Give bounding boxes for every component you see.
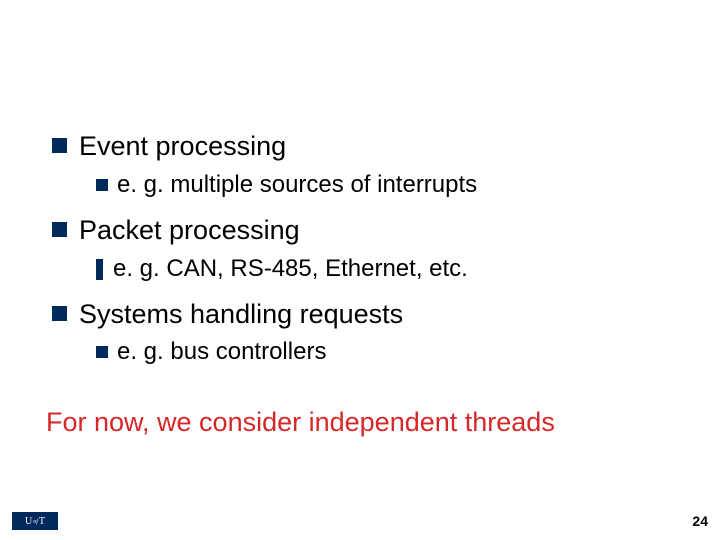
slide-content: Event processing e. g. multiple sources …	[0, 0, 720, 438]
bullet-3-sub-text: e. g. bus controllers	[117, 337, 326, 367]
slide: Event processing e. g. multiple sources …	[0, 0, 720, 540]
logo-of: of	[32, 519, 39, 525]
logo-text: UofT	[25, 516, 45, 527]
bullet-1: Event processing	[52, 130, 720, 164]
bullet-1-sub: e. g. multiple sources of interrupts	[96, 170, 720, 200]
square-bullet-icon	[96, 346, 108, 358]
bullet-3-text: Systems handling requests	[79, 298, 403, 332]
square-bullet-icon	[96, 179, 108, 191]
square-bullet-icon	[52, 138, 67, 153]
tall-bullet-icon	[96, 259, 103, 280]
bullet-2-text: Packet processing	[79, 214, 300, 248]
square-bullet-icon	[52, 222, 67, 237]
square-bullet-icon	[52, 306, 67, 321]
uoft-logo: UofT	[12, 512, 58, 530]
bullet-1-sub-text: e. g. multiple sources of interrupts	[117, 170, 477, 200]
footer: UofT 24	[12, 512, 708, 530]
closing-text: For now, we consider independent threads	[46, 407, 720, 438]
logo-t: T	[39, 516, 45, 527]
bullet-2-sub-text: e. g. CAN, RS-485, Ethernet, etc.	[113, 254, 468, 284]
bullet-3-sub: e. g. bus controllers	[96, 337, 720, 367]
page-number: 24	[692, 513, 708, 529]
bullet-2: Packet processing	[52, 214, 720, 248]
bullet-3: Systems handling requests	[52, 298, 720, 332]
bullet-2-sub: e. g. CAN, RS-485, Ethernet, etc.	[96, 254, 720, 284]
bullet-1-text: Event processing	[79, 130, 286, 164]
